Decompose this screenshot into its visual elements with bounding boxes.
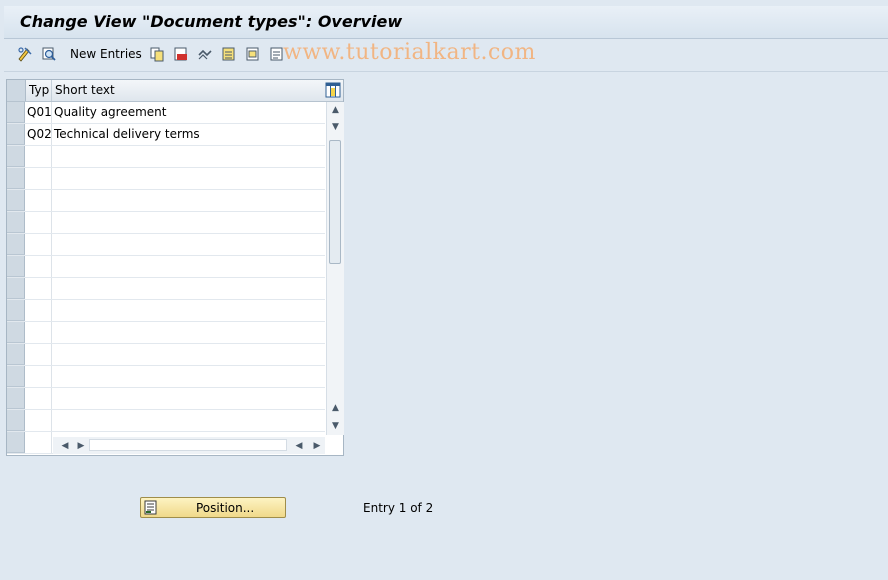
row-selector[interactable] — [7, 190, 25, 211]
table-row[interactable]: Q02 Technical delivery terms — [7, 124, 325, 146]
table-row[interactable] — [7, 388, 325, 410]
table-row[interactable] — [7, 168, 325, 190]
new-entries-button[interactable]: New Entries — [70, 47, 142, 61]
row-selector[interactable] — [7, 168, 25, 189]
scroll-page-down-icon[interactable]: ▼ — [327, 418, 344, 434]
select-all-rows-button[interactable] — [7, 80, 26, 101]
cell-short-text[interactable] — [53, 278, 325, 299]
table-row[interactable] — [7, 322, 325, 344]
horizontal-scrollbar[interactable]: ◀ ▶ ◀ ▶ — [53, 437, 325, 454]
row-selector[interactable] — [7, 124, 25, 145]
scroll-up-icon[interactable]: ▲ — [327, 102, 344, 118]
cell-typ[interactable] — [26, 168, 52, 189]
scroll-right-icon[interactable]: ▶ — [73, 437, 89, 454]
cell-short-text[interactable] — [53, 322, 325, 343]
column-header-short-text[interactable]: Short text — [53, 80, 323, 101]
cell-short-text[interactable] — [53, 366, 325, 387]
row-selector[interactable] — [7, 388, 25, 409]
cell-short-text[interactable] — [53, 344, 325, 365]
table-row[interactable] — [7, 278, 325, 300]
position-icon — [144, 500, 159, 515]
cell-typ[interactable]: Q01 — [26, 102, 52, 123]
vertical-scrollbar[interactable]: ▲ ▼ ▲ ▼ — [326, 102, 344, 435]
display-change-icon[interactable] — [16, 45, 33, 62]
cell-short-text[interactable] — [53, 190, 325, 211]
select-block-icon[interactable] — [244, 45, 261, 62]
table-header: Typ Short text — [7, 80, 343, 102]
cell-short-text[interactable] — [53, 234, 325, 255]
delete-icon[interactable] — [172, 45, 189, 62]
cell-typ[interactable] — [26, 388, 52, 409]
scroll-far-right-icon[interactable]: ▶ — [309, 437, 325, 454]
display-details-icon[interactable] — [40, 45, 57, 62]
table-row[interactable] — [7, 344, 325, 366]
cell-typ[interactable]: Q02 — [26, 124, 52, 145]
row-selector[interactable] — [7, 234, 25, 255]
row-selector[interactable] — [7, 102, 25, 123]
scroll-down-icon[interactable]: ▼ — [327, 119, 344, 135]
cell-short-text[interactable] — [53, 300, 325, 321]
cell-typ[interactable] — [26, 190, 52, 211]
page-title: Change View "Document types": Overview — [20, 12, 403, 31]
table-row[interactable] — [7, 366, 325, 388]
cell-short-text[interactable]: Quality agreement — [53, 102, 325, 123]
position-button[interactable]: Position... — [140, 497, 286, 518]
cell-typ[interactable] — [26, 300, 52, 321]
entry-counter: Entry 1 of 2 — [363, 501, 434, 515]
cell-typ[interactable] — [26, 146, 52, 167]
cell-short-text[interactable] — [53, 388, 325, 409]
row-selector[interactable] — [7, 344, 25, 365]
cell-typ[interactable] — [26, 344, 52, 365]
cell-typ[interactable] — [26, 212, 52, 233]
undo-change-icon[interactable] — [196, 45, 213, 62]
table-row[interactable] — [7, 190, 325, 212]
column-header-typ[interactable]: Typ — [26, 80, 52, 101]
scroll-far-left-icon[interactable]: ◀ — [291, 437, 307, 454]
table-row[interactable] — [7, 256, 325, 278]
table-rows: Q01 Quality agreement Q02 Technical deliver… — [7, 102, 325, 454]
cell-typ[interactable] — [26, 278, 52, 299]
title-bar: Change View "Document types": Overview — [4, 6, 888, 39]
cell-short-text[interactable] — [53, 168, 325, 189]
table-row[interactable] — [7, 212, 325, 234]
horizontal-track[interactable] — [89, 439, 287, 451]
table-row[interactable] — [7, 146, 325, 168]
row-selector[interactable] — [7, 212, 25, 233]
position-button-label: Position... — [196, 501, 255, 515]
cell-typ[interactable] — [26, 432, 52, 453]
row-selector[interactable] — [7, 322, 25, 343]
row-selector[interactable] — [7, 146, 25, 167]
cell-typ[interactable] — [26, 410, 52, 431]
scroll-page-up-icon[interactable]: ▲ — [327, 400, 344, 416]
cell-typ[interactable] — [26, 234, 52, 255]
table-row[interactable]: Q01 Quality agreement — [7, 102, 325, 124]
row-selector[interactable] — [7, 256, 25, 277]
copy-icon[interactable] — [148, 45, 165, 62]
scrollbar-thumb[interactable] — [329, 140, 341, 264]
row-selector[interactable] — [7, 366, 25, 387]
cell-typ[interactable] — [26, 366, 52, 387]
cell-typ[interactable] — [26, 256, 52, 277]
cell-short-text[interactable] — [53, 410, 325, 431]
cell-short-text[interactable] — [53, 146, 325, 167]
table-row[interactable] — [7, 410, 325, 432]
row-selector[interactable] — [7, 278, 25, 299]
table-row[interactable] — [7, 300, 325, 322]
row-selector[interactable] — [7, 300, 25, 321]
row-selector[interactable] — [7, 410, 25, 431]
cell-short-text[interactable]: Technical delivery terms — [53, 124, 325, 145]
row-selector[interactable] — [7, 432, 25, 453]
table-row[interactable] — [7, 234, 325, 256]
cell-short-text[interactable] — [53, 212, 325, 233]
scroll-left-icon[interactable]: ◀ — [57, 437, 73, 454]
cell-typ[interactable] — [26, 322, 52, 343]
document-types-table: Typ Short text Q01 Quality agreement Q02 Te… — [6, 79, 344, 456]
cell-short-text[interactable] — [53, 256, 325, 277]
watermark: www.tutorialkart.com — [283, 40, 536, 65]
select-all-icon[interactable] — [220, 45, 237, 62]
table-settings-icon[interactable] — [325, 82, 341, 98]
